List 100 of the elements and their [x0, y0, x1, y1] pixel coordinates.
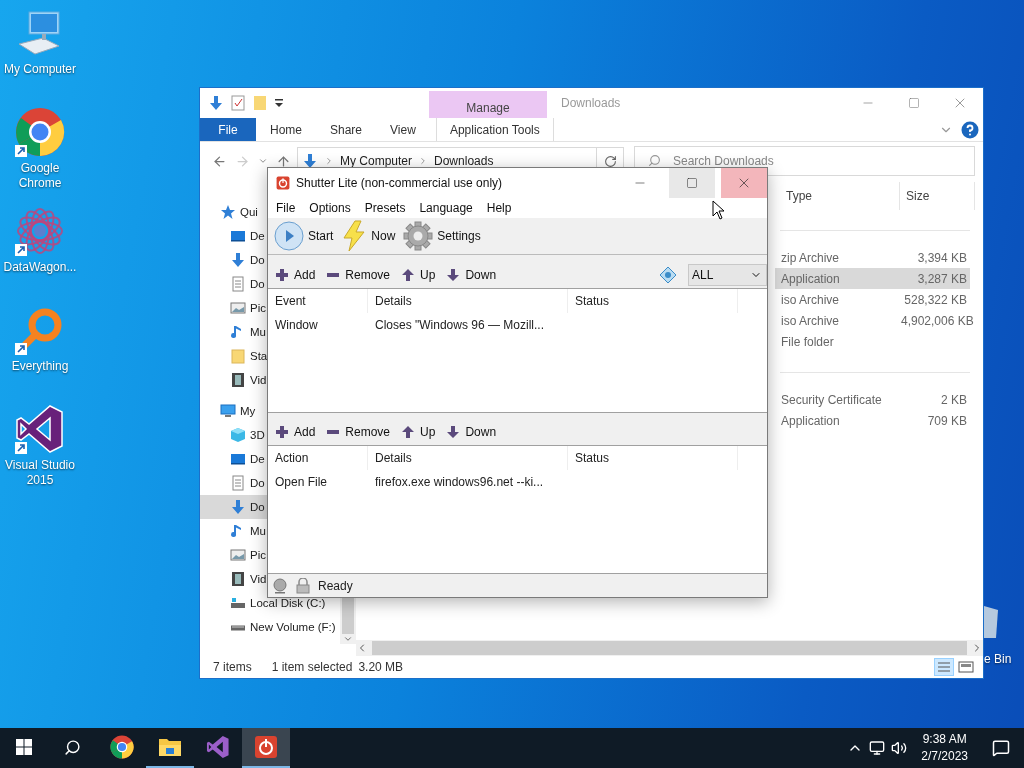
window-title: Shutter Lite (non-commercial use only) [296, 176, 504, 190]
folder-icon [158, 737, 182, 757]
nav-item[interactable]: Do [200, 248, 267, 272]
help-icon[interactable] [961, 120, 979, 139]
nav-item[interactable]: New Volume (F:) [200, 615, 338, 639]
nav-item[interactable]: Do [200, 495, 267, 519]
file-row[interactable]: Security Certificate 2 KB [775, 389, 970, 410]
toolbar-button[interactable]: Down [445, 267, 499, 282]
globe-icon [272, 577, 288, 594]
menu-item[interactable]: Language [412, 198, 480, 218]
column-header[interactable]: Details [368, 446, 568, 471]
file-row[interactable]: zip Archive 3,394 KB [775, 247, 970, 268]
menu-item[interactable]: File [268, 198, 303, 218]
horizontal-scrollbar[interactable] [356, 640, 983, 656]
maximize-button[interactable] [669, 168, 715, 198]
nav-item[interactable]: Pic [200, 296, 268, 320]
drive-icon [230, 597, 246, 609]
clock[interactable]: 9:38 AM 2/7/2023 [913, 731, 976, 765]
monitor-icon [220, 403, 236, 419]
download-icon [208, 95, 224, 111]
breadcrumb-item[interactable]: Downloads [434, 154, 494, 168]
scrollbar[interactable] [340, 598, 356, 644]
info-icon [660, 266, 676, 283]
picture-icon [230, 300, 246, 316]
table-cell-text: Open File [274, 475, 329, 490]
toolbar-button[interactable]: Remove [325, 425, 393, 440]
details-view-icon[interactable] [934, 658, 954, 676]
selection-info: 1 item selected [271, 660, 353, 674]
column-header[interactable]: Details [368, 288, 568, 313]
nav-item[interactable]: Vid [200, 368, 269, 392]
nav-item[interactable]: Mu [200, 519, 268, 543]
file-row[interactable]: File folder [775, 331, 970, 352]
nav-item[interactable]: Do [200, 471, 267, 495]
customize-icon[interactable] [274, 98, 284, 108]
scroll-down-icon[interactable] [343, 634, 353, 644]
nav-item[interactable]: My [200, 399, 258, 423]
arrow-up-icon [402, 426, 415, 439]
volume-icon[interactable] [891, 740, 908, 756]
star-pattern-icon [15, 206, 65, 256]
chrome-icon [110, 735, 134, 759]
ribbon-tab[interactable]: View [376, 118, 430, 141]
search-icon [63, 738, 81, 756]
desktop-icon-label[interactable]: e Bin [984, 652, 1012, 666]
chevron-down-icon [258, 156, 268, 166]
nav-item[interactable]: Vid [200, 567, 269, 591]
file-row[interactable]: iso Archive 528,322 KB [775, 289, 970, 310]
nav-item[interactable]: Mu [200, 320, 268, 344]
ribbon-tab[interactable]: Application Tools [435, 118, 554, 141]
column-header[interactable]: Action [268, 446, 368, 471]
network-icon[interactable] [869, 740, 886, 756]
column-header[interactable]: Size [900, 182, 975, 210]
nav-item[interactable]: Pic [200, 543, 268, 567]
menu-item[interactable]: Presets [357, 198, 413, 218]
column-header[interactable]: Type [780, 182, 900, 210]
table-cell-text: Closes "Windows 96 — Mozill... [374, 317, 545, 332]
search-icon [648, 154, 661, 167]
arrow-down-icon [447, 268, 460, 281]
taskbar-app-button[interactable] [242, 728, 290, 768]
nav-item[interactable]: De [200, 447, 267, 471]
filter-dropdown[interactable]: ALL [688, 263, 767, 286]
file-row[interactable]: Application 709 KB [775, 410, 970, 431]
file-row[interactable]: Application 3,287 KB [775, 268, 970, 289]
properties-icon[interactable] [230, 95, 246, 111]
nav-item[interactable]: 3D [200, 423, 267, 447]
toolbar-button[interactable]: Up [400, 267, 438, 282]
toolbar-button[interactable]: Remove [325, 267, 393, 282]
desktop-icon [230, 228, 246, 244]
toolbar-button[interactable]: Up [400, 425, 438, 440]
film-icon [230, 372, 246, 388]
toolbar-button[interactable]: Down [445, 425, 499, 440]
ribbon-tab[interactable]: Home [256, 118, 316, 141]
power-icon [276, 176, 290, 190]
toolbar-button[interactable]: Start [272, 220, 336, 251]
nav-item[interactable]: Qui [200, 200, 260, 224]
column-header[interactable]: Status [568, 446, 738, 471]
nav-item[interactable]: Sta [200, 344, 270, 368]
toolbar-button[interactable]: Settings [401, 220, 483, 251]
toolbar-button[interactable]: Now [339, 219, 398, 252]
column-header[interactable]: Status [568, 288, 738, 313]
play-icon [274, 220, 304, 251]
notification-icon[interactable] [992, 739, 1010, 757]
menu-item[interactable]: Help [479, 198, 519, 218]
nav-item[interactable]: Local Disk (C:) [200, 591, 328, 615]
download-icon [230, 499, 246, 515]
plus-icon [276, 426, 288, 439]
breadcrumb-item[interactable]: My Computer [340, 154, 413, 168]
menu-item[interactable]: Options [302, 198, 358, 218]
nav-item[interactable]: De [200, 224, 267, 248]
ribbon-tab[interactable]: File [200, 118, 256, 141]
table-cell-text: Window [274, 317, 319, 332]
toolbar-button[interactable]: Add [274, 267, 318, 282]
ribbon-tab[interactable]: Share [316, 118, 377, 141]
toolbar-button[interactable]: Add [274, 425, 318, 440]
column-header[interactable]: Event [268, 288, 368, 313]
nav-item[interactable]: Do [200, 272, 267, 296]
document-icon [230, 475, 246, 491]
film-icon [230, 571, 246, 587]
tiles-view-icon[interactable] [957, 658, 975, 676]
context-tab-header: Manage [429, 91, 547, 118]
visual-studio-icon [15, 404, 65, 454]
